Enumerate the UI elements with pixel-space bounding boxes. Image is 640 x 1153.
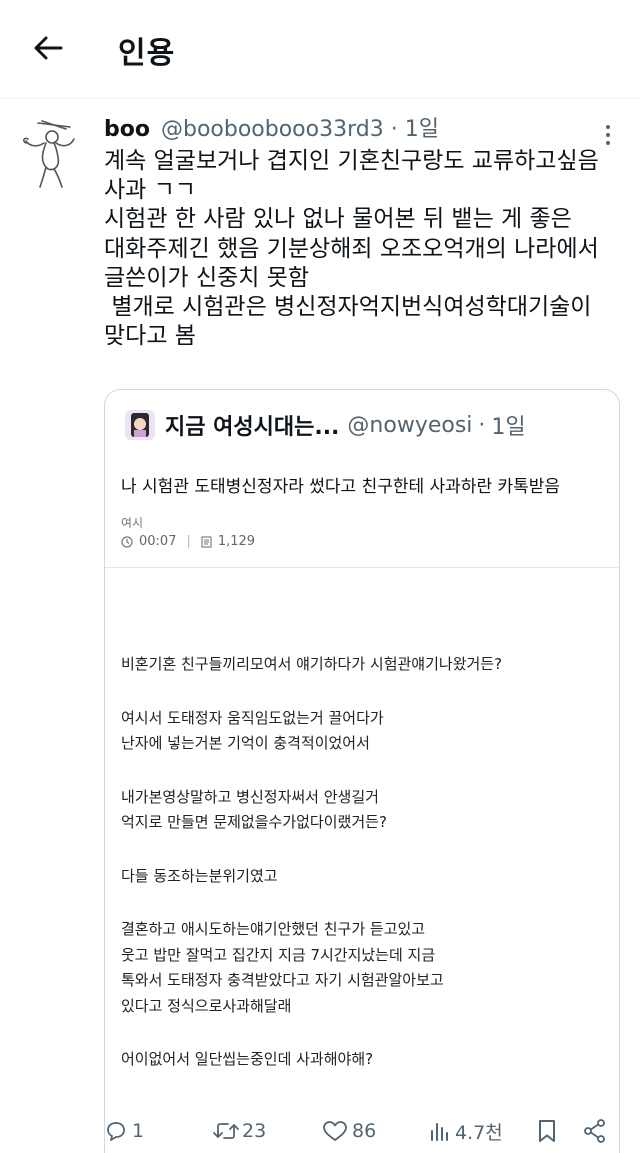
inner-paragraph: 내가본영상말하고 병신정자써서 안생길거억지로 만들면 문제없을수가없다이랬거든… — [121, 785, 601, 836]
inner-paragraph: 결혼하고 애시도하는얘기안했던 친구가 듣고있고웃고 밥만 잘먹고 집간지 지금… — [121, 917, 601, 1019]
quoted-author-name: 지금 여성시대는... — [165, 415, 340, 440]
action-bar: 1 23 86 4.7천 — [104, 1113, 620, 1149]
quoted-screenshot: 나 시험관 도태병신정자라 썼다고 친구한테 사과하란 카톡받음 여시 00:0… — [105, 452, 619, 1153]
author-handle[interactable]: @booboobooo33rd3 — [161, 117, 384, 142]
inner-paragraph-line: 억지로 만들면 문제없을수가없다이랬거든? — [121, 813, 387, 831]
more-vertical-icon — [606, 125, 610, 145]
retweet-button[interactable]: 23 — [212, 1119, 266, 1143]
views-button[interactable]: 4.7천 — [428, 1118, 503, 1145]
inner-paragraph-line: 다들 동조하는분위기였고 — [121, 866, 278, 885]
inner-paragraph-line: 어이없어서 일단씹는중인데 사과해야해? — [121, 1050, 374, 1068]
inner-post-body: 비혼기혼 친구들끼리모여서 얘기하다가 시험관얘기나왔거든? 여시서 도태정자 움… — [121, 652, 601, 1101]
character-avatar-icon — [125, 410, 155, 440]
post-text-line: 시험관 한 사람 있나 없나 물어본 뒤 뱉는 게 좋은 — [104, 206, 572, 233]
more-options-button[interactable] — [596, 121, 620, 149]
analytics-icon — [431, 1123, 448, 1141]
heart-icon — [323, 1121, 347, 1141]
post-text-line: 대화주제긴 했음 기분상해죄 오조오억개의 나라에서 — [104, 235, 599, 262]
clock-icon — [121, 535, 133, 548]
bookmark-icon — [539, 1120, 555, 1142]
reply-count: 1 — [132, 1120, 145, 1142]
inner-post-title: 나 시험관 도태병신정자라 썼다고 친구한테 사과하란 카톡받음 — [121, 477, 561, 497]
like-button[interactable]: 86 — [322, 1119, 376, 1143]
inner-paragraph-line: 비혼기혼 친구들끼리모여서 얘기하다가 시험관얘기나왔거든? — [121, 655, 503, 673]
author-name[interactable]: boo — [104, 117, 150, 142]
inner-board-name: 여시 — [121, 516, 144, 530]
document-icon — [201, 535, 212, 548]
bookmark-button[interactable] — [536, 1118, 558, 1144]
inner-paragraph-line: 톡와서 도태정자 충격받았다고 자기 시험관알아보고 — [121, 971, 444, 989]
inner-paragraph-line: 난자에 넣는거본 기억이 충격적이었어서 — [121, 734, 370, 752]
page-title: 인용 — [118, 36, 176, 71]
like-count: 86 — [352, 1120, 377, 1142]
post-meta: boo @booboobooo33rd3 · 1일 — [104, 116, 604, 144]
top-bar: 인용 — [0, 0, 640, 95]
retweet-count: 23 — [242, 1120, 267, 1142]
reply-button[interactable]: 1 — [104, 1119, 144, 1143]
inner-paragraph: 어이없어서 일단씹는중인데 사과해야해? — [121, 1047, 601, 1073]
inner-paragraph-line: 있다고 정식으로사과해달래 — [121, 996, 292, 1015]
inner-paragraph: 비혼기혼 친구들끼리모여서 얘기하다가 시험관얘기나왔거든? — [121, 652, 601, 678]
post-text-line: 맞다고 봄 — [104, 323, 196, 350]
inner-paragraph: 여시서 도태정자 움직임도없는거 끌어다가난자에 넣는거본 기억이 충격적이었어… — [121, 706, 601, 757]
inner-paragraph-line: 결혼하고 애시도하는얘기안했던 친구가 듣고있고 — [121, 920, 426, 938]
inner-paragraph-line: 내가본영상말하고 병신정자써서 안생길거 — [121, 787, 379, 806]
views-count: 4.7천 — [455, 1121, 503, 1144]
arrow-left-icon — [34, 36, 63, 60]
post-text-line: 사과 ㄱㄱ — [104, 177, 196, 204]
quoted-author-handle: @nowyeosi — [347, 412, 473, 438]
header-divider — [0, 98, 640, 99]
quoted-post-meta: 지금 여성시대는... @nowyeosi · 1일 — [125, 408, 605, 442]
inner-post-time: 00:07 — [139, 534, 177, 549]
post-text: 계속 얼굴보거나 겹지인 기혼친구랑도 교류하고싶음사과 ㄱㄱ 시험관 한 사람 … — [104, 147, 624, 351]
post-text-line: 글쓴이가 신중치 못함 — [104, 264, 310, 291]
stick-figure-avatar-icon — [23, 120, 75, 188]
back-button[interactable] — [28, 30, 68, 66]
inner-post-stats: 00:07 | 1,129 — [121, 534, 255, 549]
inner-paragraph: 다들 동조하는분위기였고 — [121, 864, 601, 890]
quoted-post[interactable]: 지금 여성시대는... @nowyeosi · 1일 나 시험관 도태병신정자라… — [104, 389, 620, 1153]
stats-divider: | — [186, 534, 191, 549]
share-button[interactable] — [582, 1118, 608, 1144]
inner-paragraph-line: 여시서 도태정자 움직임도없는거 끌어다가 — [121, 708, 384, 727]
quoted-post-time: 1일 — [491, 415, 526, 440]
post-text-line: 계속 얼굴보거나 겹지인 기혼친구랑도 교류하고싶음 — [104, 148, 599, 174]
retweet-icon — [213, 1123, 239, 1139]
quoted-avatar — [125, 410, 155, 440]
reply-icon — [107, 1122, 125, 1141]
post-text-line: 별개로 시험관은 병신정자억지번식여성학대기술이 — [104, 294, 592, 321]
inner-post-views: 1,129 — [217, 534, 256, 549]
meta-separator: · — [390, 117, 398, 142]
inner-paragraph-line: 웃고 밥만 잘먹고 집간지 지금 7시간지났는데 지금 — [121, 945, 436, 964]
quoted-meta-separator: · — [478, 412, 486, 438]
inner-divider — [105, 567, 619, 568]
avatar[interactable] — [16, 117, 80, 189]
post-time[interactable]: 1일 — [405, 117, 439, 142]
share-icon — [584, 1119, 605, 1143]
